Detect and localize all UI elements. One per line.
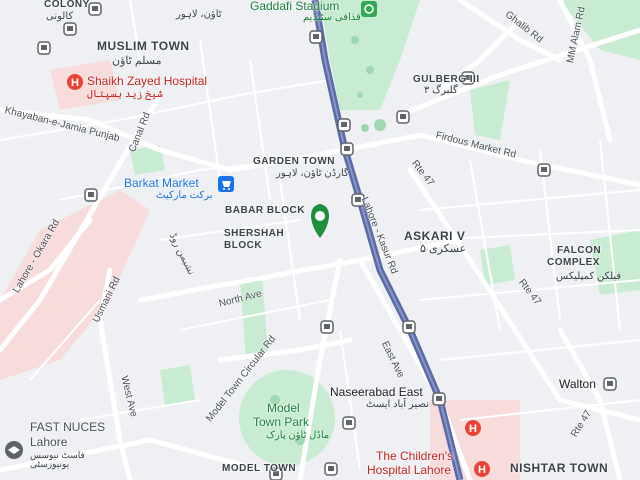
- stadium-icon[interactable]: [361, 1, 377, 17]
- area-label-model-town: MODEL TOWN: [222, 463, 297, 474]
- area-label-nishtar-town: NISHTAR TOWN: [510, 461, 609, 475]
- bus-stop-icon[interactable]: [88, 2, 102, 16]
- park-strip-2: [160, 365, 195, 405]
- area-label-garden-town: GARDEN TOWN: [253, 156, 335, 167]
- hospital-icon[interactable]: H: [67, 74, 83, 90]
- poi-label-barkat-market-urdu: برکت مارکیٹ: [156, 190, 213, 201]
- poi-label-gaddafi-urdu: قذافی سٹیڈیم: [303, 12, 361, 23]
- area-label-muslim-town-urdu: مسلم ٹاؤن: [112, 55, 162, 67]
- area-label-gulberg-iii-urdu: گلبرگ ۳: [424, 85, 458, 96]
- bus-stop-icon[interactable]: [337, 118, 351, 132]
- area-label-shershah-2: BLOCK: [224, 240, 263, 251]
- poi-label-fast-nuces-1[interactable]: FAST NUCES: [30, 421, 105, 433]
- school-icon[interactable]: [5, 441, 23, 459]
- bus-stop-icon[interactable]: [309, 30, 323, 44]
- poi-label-fast-nuces-2[interactable]: Lahore: [30, 436, 67, 448]
- bus-stop-icon[interactable]: [340, 142, 354, 156]
- map-view[interactable]: H H H COLONY کالونی ٹاؤن، لاہور MUSLIM T…: [0, 0, 640, 480]
- area-label-askari-v: ASKARI V: [404, 229, 466, 243]
- area-label-top-urdu: ٹاؤن، لاہور: [176, 9, 222, 20]
- svg-text:H: H: [478, 464, 486, 476]
- area-label-falcon-1: FALCON: [557, 245, 602, 256]
- hospital-icon[interactable]: H: [474, 461, 490, 477]
- bus-stop-icon[interactable]: [37, 41, 51, 55]
- poi-label-childrens-1[interactable]: The Children's: [376, 450, 453, 462]
- poi-label-model-town-park-urdu: ماڈل ٹاؤن پارک: [266, 430, 330, 441]
- area-label-babar-block: BABAR BLOCK: [225, 205, 305, 216]
- bus-stop-icon[interactable]: [402, 320, 416, 334]
- area-label-colony: COLONY: [44, 0, 90, 10]
- bus-stop-icon[interactable]: [432, 392, 446, 406]
- svg-text:H: H: [71, 77, 79, 89]
- bus-stop-icon[interactable]: [63, 22, 77, 36]
- svg-text:H: H: [469, 423, 477, 435]
- bus-stop-icon[interactable]: [84, 188, 98, 202]
- bus-stop-icon[interactable]: [396, 110, 410, 124]
- shopping-cart-icon[interactable]: [218, 176, 234, 192]
- poi-label-childrens-2[interactable]: Hospital Lahore: [367, 464, 451, 476]
- hospital-icon[interactable]: H: [465, 420, 481, 436]
- poi-label-shaikh-zayed[interactable]: Shaikh Zayed Hospital: [87, 75, 207, 87]
- area-label-garden-town-urdu: گارڈن ٹاؤن، لاہور: [276, 168, 349, 179]
- bus-stop-icon[interactable]: [320, 320, 334, 334]
- area-label-askari-v-urdu: عسکری ۵: [420, 243, 467, 255]
- area-label-muslim-town: MUSLIM TOWN: [97, 39, 190, 53]
- bus-stop-icon[interactable]: [537, 163, 551, 177]
- bus-stop-icon[interactable]: [603, 377, 617, 391]
- poi-label-model-town-park-1[interactable]: Model: [267, 402, 300, 414]
- area-label-falcon-urdu: فیلکن کمپلیکس: [556, 271, 622, 282]
- poi-label-shaikh-zayed-urdu: شیخ زید ہسپتال: [87, 89, 163, 100]
- poi-label-gaddafi-stadium[interactable]: Gaddafi Stadium: [250, 0, 339, 12]
- bus-stop-icon[interactable]: [342, 416, 356, 430]
- poi-label-fast-nuces-urdu: فاسٹ نیوسس یونیورسٹی: [30, 450, 85, 469]
- map-canvas[interactable]: H H H: [0, 0, 640, 480]
- area-label-gulberg-iii: GULBERG III: [413, 74, 480, 85]
- poi-label-walton[interactable]: Walton: [559, 378, 596, 390]
- bus-stop-icon[interactable]: [324, 462, 338, 476]
- poi-label-naseerabad-urdu: نصیر آباد ایسٹ: [366, 399, 429, 410]
- area-label-falcon-2: COMPLEX: [547, 257, 600, 268]
- poi-label-naseerabad[interactable]: Naseerabad East: [330, 386, 423, 398]
- poi-label-barkat-market[interactable]: Barkat Market: [124, 177, 199, 189]
- area-label-colony-urdu: کالونی: [46, 11, 74, 22]
- area-label-shershah-1: SHERSHAH: [224, 228, 285, 239]
- poi-label-model-town-park-2[interactable]: Town Park: [253, 416, 309, 428]
